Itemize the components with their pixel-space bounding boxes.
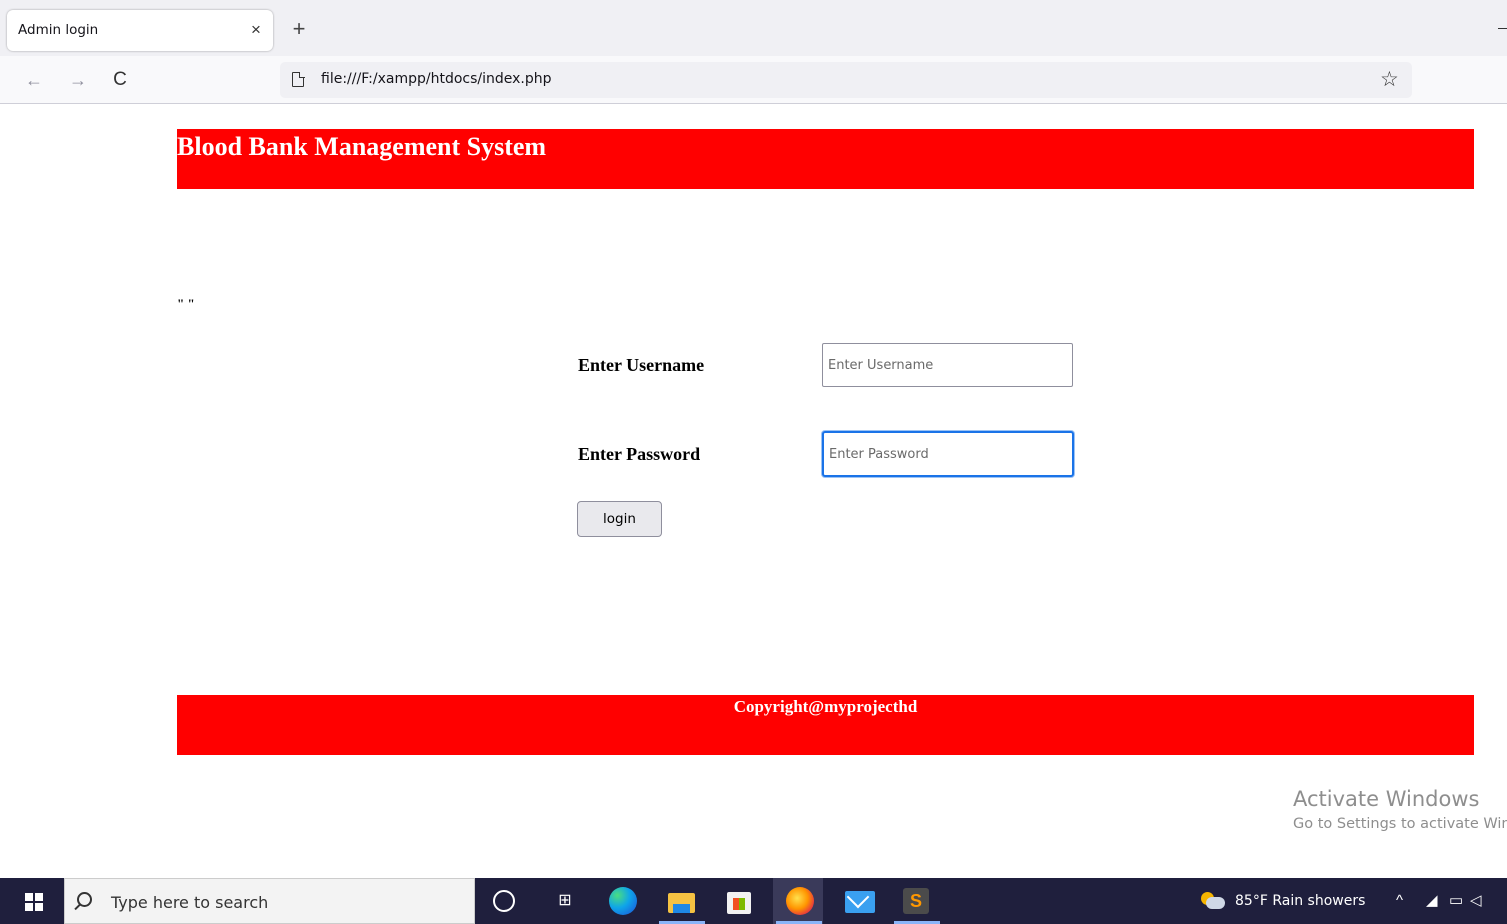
page-footer: Copyright@myprojecthd [177, 695, 1474, 755]
activate-windows-watermark: Activate Windows Go to Settings to activ… [1293, 785, 1507, 835]
back-arrow-icon[interactable]: ← [21, 67, 47, 93]
url-text[interactable]: file:///F:/xampp/htdocs/index.php [321, 71, 552, 87]
username-label: Enter Username [578, 355, 705, 375]
windows-start-icon[interactable] [25, 893, 43, 911]
page-icon [292, 71, 305, 87]
browser-nav-bar: ← → C file:///F:/xampp/htdocs/index.php … [0, 56, 1507, 104]
bookmark-star-icon[interactable]: ☆ [1380, 65, 1399, 95]
battery-icon[interactable]: ▭ [1449, 891, 1463, 911]
taskbar-search-box[interactable]: Type here to search [64, 878, 475, 924]
weather-text[interactable]: 85°F Rain showers [1235, 893, 1365, 909]
new-tab-button[interactable]: + [286, 17, 312, 43]
mail-icon[interactable] [845, 891, 875, 913]
stray-text: " " [177, 296, 195, 311]
windows-taskbar: Type here to search ⊞ S 85°F Rain shower… [0, 878, 1507, 924]
minimize-window-button[interactable] [1498, 28, 1507, 29]
username-input[interactable] [822, 343, 1073, 387]
password-input[interactable] [822, 431, 1074, 477]
reload-icon[interactable]: C [107, 67, 133, 93]
page-header: Blood Bank Management System [177, 129, 1474, 189]
store-icon[interactable] [727, 892, 751, 914]
search-placeholder: Type here to search [111, 893, 269, 912]
volume-icon[interactable]: ◁ [1470, 891, 1482, 911]
forward-arrow-icon[interactable]: → [65, 67, 91, 93]
watermark-title: Activate Windows [1293, 787, 1480, 811]
page-title: Blood Bank Management System [177, 132, 547, 161]
sublime-text-icon[interactable]: S [903, 888, 929, 914]
close-tab-icon[interactable]: × [245, 19, 267, 41]
tab-title: Admin login [18, 22, 99, 38]
copyright-text: Copyright@myprojecthd [733, 697, 918, 716]
chevron-up-icon[interactable]: ^ [1396, 891, 1403, 911]
task-view-icon[interactable]: ⊞ [552, 888, 578, 914]
address-bar[interactable]: file:///F:/xampp/htdocs/index.php ☆ [280, 62, 1412, 98]
weather-icon[interactable] [1201, 892, 1225, 910]
watermark-subtitle: Go to Settings to activate Windows. [1293, 816, 1507, 832]
firefox-icon[interactable] [786, 887, 814, 915]
file-explorer-icon[interactable] [668, 893, 695, 913]
cortana-icon[interactable] [493, 890, 515, 912]
search-icon [77, 892, 92, 907]
password-label: Enter Password [578, 444, 701, 464]
edge-icon[interactable] [609, 887, 637, 915]
network-icon[interactable]: ◢ [1426, 891, 1438, 911]
tab-admin-login[interactable]: Admin login × [7, 10, 273, 51]
login-button[interactable]: login [577, 501, 662, 537]
browser-tab-strip: Admin login × + [0, 0, 1507, 56]
